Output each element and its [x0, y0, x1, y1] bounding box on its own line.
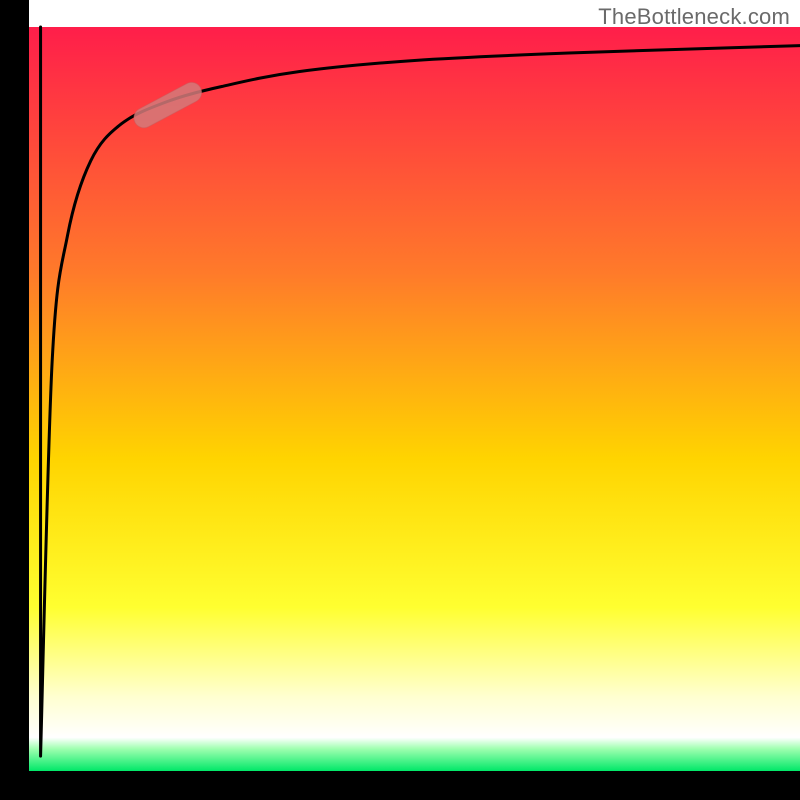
x-axis-bar	[0, 771, 800, 800]
watermark-text: TheBottleneck.com	[598, 4, 790, 30]
plot-gradient-background	[29, 27, 800, 771]
chart-svg	[0, 0, 800, 800]
bottleneck-chart	[0, 0, 800, 800]
y-axis-bar	[0, 0, 29, 800]
